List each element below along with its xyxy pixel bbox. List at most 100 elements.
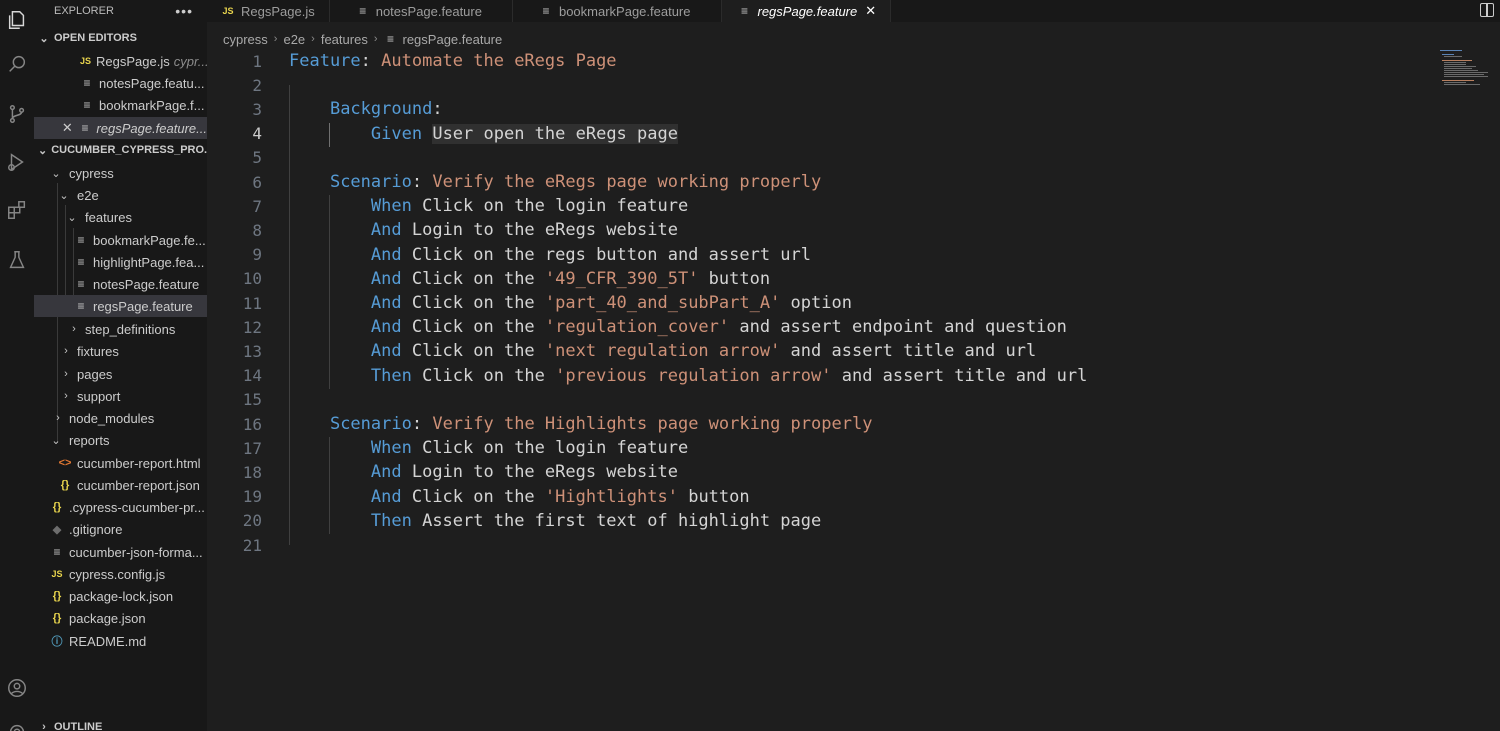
more-actions-icon[interactable]: ••• bbox=[175, 3, 193, 19]
open-editor-item[interactable]: ≡ bookmarkPage.f... bbox=[34, 94, 207, 116]
chevron-down-icon: ⌄ bbox=[51, 167, 61, 180]
tree-file-selected[interactable]: ≡ regsPage.feature bbox=[34, 295, 207, 317]
chevron-down-icon: ⌄ bbox=[38, 144, 48, 157]
account-icon[interactable] bbox=[0, 668, 34, 708]
code-token: And bbox=[370, 268, 402, 289]
code-line[interactable]: 10 And Click on the '49_CFR_390_5T' butt… bbox=[207, 267, 1427, 291]
code-line[interactable]: 18 And Login to the eRegs website bbox=[207, 460, 1427, 484]
tree-file[interactable]: ◆ .gitignore bbox=[34, 518, 207, 540]
open-editors-section[interactable]: ⌄ OPEN EDITORS bbox=[34, 27, 207, 49]
minimap[interactable] bbox=[1440, 50, 1488, 86]
settings-icon[interactable] bbox=[0, 712, 34, 731]
code-line[interactable]: 9 And Click on the regs button and asser… bbox=[207, 243, 1427, 267]
tab-regspage-js[interactable]: JS RegsPage.js bbox=[207, 0, 330, 22]
tab-bookmarkpage-feature[interactable]: ≡ bookmarkPage.feature bbox=[513, 0, 722, 22]
chevron-right-icon: › bbox=[64, 345, 68, 357]
tree-file[interactable]: ≡ cucumber-json-forma... bbox=[34, 541, 207, 563]
code-line[interactable]: 13 And Click on the 'next regulation arr… bbox=[207, 339, 1427, 363]
tree-file[interactable]: {} .cypress-cucumber-pr... bbox=[34, 496, 207, 518]
code-line[interactable]: 14 Then Click on the 'previous regulatio… bbox=[207, 364, 1427, 388]
extensions-icon[interactable] bbox=[0, 190, 34, 230]
tree-file[interactable]: ≡ notesPage.feature bbox=[34, 273, 207, 295]
tree-folder-step-definitions[interactable]: › step_definitions bbox=[34, 318, 207, 340]
open-editor-item-active[interactable]: ✕ ≡ regsPage.feature... bbox=[34, 117, 207, 139]
tree-file[interactable]: JS cypress.config.js bbox=[34, 563, 207, 585]
tree-file[interactable]: <> cucumber-report.html bbox=[34, 452, 207, 474]
chevron-right-icon: › bbox=[72, 323, 76, 335]
tree-folder-features[interactable]: ⌄ features bbox=[34, 206, 207, 228]
explorer-icon[interactable] bbox=[0, 0, 34, 40]
code-line[interactable]: 12 And Click on the 'regulation_cover' a… bbox=[207, 315, 1427, 339]
source-control-icon[interactable] bbox=[0, 94, 34, 134]
code-line[interactable]: 5 bbox=[207, 146, 1427, 170]
code-token: Given bbox=[370, 123, 423, 144]
code-line[interactable]: 2 bbox=[207, 73, 1427, 97]
code-line[interactable]: 3 Background: bbox=[207, 97, 1427, 121]
code-line[interactable]: 1 Feature: Automate the eRegs Page bbox=[207, 49, 1427, 73]
code-line[interactable]: 15 bbox=[207, 388, 1427, 412]
close-icon[interactable]: ✕ bbox=[865, 3, 876, 19]
testing-icon[interactable] bbox=[0, 240, 34, 280]
code-token: Verify the eRegs page working properly bbox=[422, 172, 822, 192]
tab-notespage-feature[interactable]: ≡ notesPage.feature bbox=[330, 0, 513, 22]
code-line[interactable]: 8 And Login to the eRegs website bbox=[207, 218, 1427, 242]
open-editor-label: regsPage.feature... bbox=[96, 120, 207, 136]
code-token: Click on the bbox=[401, 341, 545, 362]
code-token: 'previous regulation arrow' bbox=[555, 365, 832, 386]
code-line[interactable]: 11 And Click on the 'part_40_and_subPart… bbox=[207, 291, 1427, 315]
open-editor-item[interactable]: JS RegsPage.js cypr... bbox=[34, 50, 207, 72]
tree-file[interactable]: {} package.json bbox=[34, 607, 207, 629]
code-token: Click on the bbox=[401, 486, 545, 507]
tree-folder-pages[interactable]: › pages bbox=[34, 363, 207, 385]
js-file-icon: JS bbox=[222, 6, 234, 16]
outline-section[interactable]: › OUTLINE bbox=[34, 716, 207, 731]
code-line[interactable]: 19 And Click on the 'Hightlights' button bbox=[207, 485, 1427, 509]
tree-file[interactable]: ≡ highlightPage.fea... bbox=[34, 251, 207, 273]
code-token: Click on the login feature bbox=[411, 438, 689, 459]
code-token: : bbox=[411, 414, 423, 434]
chevron-right-icon: › bbox=[56, 412, 60, 424]
code-line[interactable]: 20 Then Assert the first text of highlig… bbox=[207, 509, 1427, 533]
tree-folder-support[interactable]: › support bbox=[34, 385, 207, 407]
tree-folder-reports[interactable]: ⌄ reports bbox=[34, 429, 207, 451]
tree-folder-e2e[interactable]: ⌄ e2e bbox=[34, 184, 207, 206]
chevron-right-icon: › bbox=[64, 368, 68, 380]
file-label: cucumber-json-forma... bbox=[69, 544, 203, 560]
json-file-icon: {} bbox=[52, 590, 62, 602]
tree-file[interactable]: ≡ bookmarkPage.fe... bbox=[34, 229, 207, 251]
breadcrumb-item[interactable]: cypress bbox=[223, 32, 268, 47]
tree-folder-fixtures[interactable]: › fixtures bbox=[34, 340, 207, 362]
breadcrumb-item[interactable]: regsPage.feature bbox=[403, 32, 503, 47]
run-debug-icon[interactable] bbox=[0, 142, 34, 182]
code-token: Scenario bbox=[329, 414, 412, 434]
open-editor-item[interactable]: ≡ notesPage.featu... bbox=[34, 72, 207, 94]
code-line[interactable]: 17 When Click on the login feature bbox=[207, 436, 1427, 460]
search-icon[interactable] bbox=[0, 44, 34, 84]
code-editor[interactable]: 1 Feature: Automate the eRegs Page 2 3 Back… bbox=[207, 49, 1500, 731]
code-token: Click on the bbox=[401, 293, 545, 313]
tree-file[interactable]: ⓘ README.md bbox=[34, 630, 207, 652]
breadcrumb-item[interactable]: features bbox=[321, 32, 368, 47]
split-editor-icon[interactable] bbox=[1480, 3, 1494, 17]
code-line[interactable]: 7 When Click on the login feature bbox=[207, 194, 1427, 218]
tab-regspage-feature[interactable]: ≡ regsPage.feature ✕ bbox=[721, 0, 892, 22]
tree-file[interactable]: {} cucumber-report.json bbox=[34, 474, 207, 496]
code-line[interactable]: 16 Scenario: Verify the Highlights page … bbox=[207, 412, 1427, 436]
folder-label: pages bbox=[77, 366, 113, 382]
code-line[interactable]: 21 bbox=[207, 533, 1427, 557]
breadcrumb-item[interactable]: e2e bbox=[283, 32, 305, 47]
line-number: 10 bbox=[242, 269, 262, 289]
tree-file[interactable]: {} package-lock.json bbox=[34, 585, 207, 607]
tree-folder-cypress[interactable]: ⌄ cypress bbox=[34, 162, 207, 184]
tree-folder-node-modules[interactable]: › node_modules bbox=[34, 407, 207, 429]
code-token: : bbox=[432, 99, 443, 120]
project-section[interactable]: ⌄ CUCUMBER_CYPRESS_PRO... bbox=[34, 139, 207, 161]
code-line[interactable]: 6 Scenario: Verify the eRegs page workin… bbox=[207, 170, 1427, 194]
close-icon[interactable]: ✕ bbox=[60, 120, 75, 136]
file-label: README.md bbox=[69, 633, 147, 649]
code-line[interactable]: 4 Given User open the eRegs page bbox=[207, 122, 1427, 146]
